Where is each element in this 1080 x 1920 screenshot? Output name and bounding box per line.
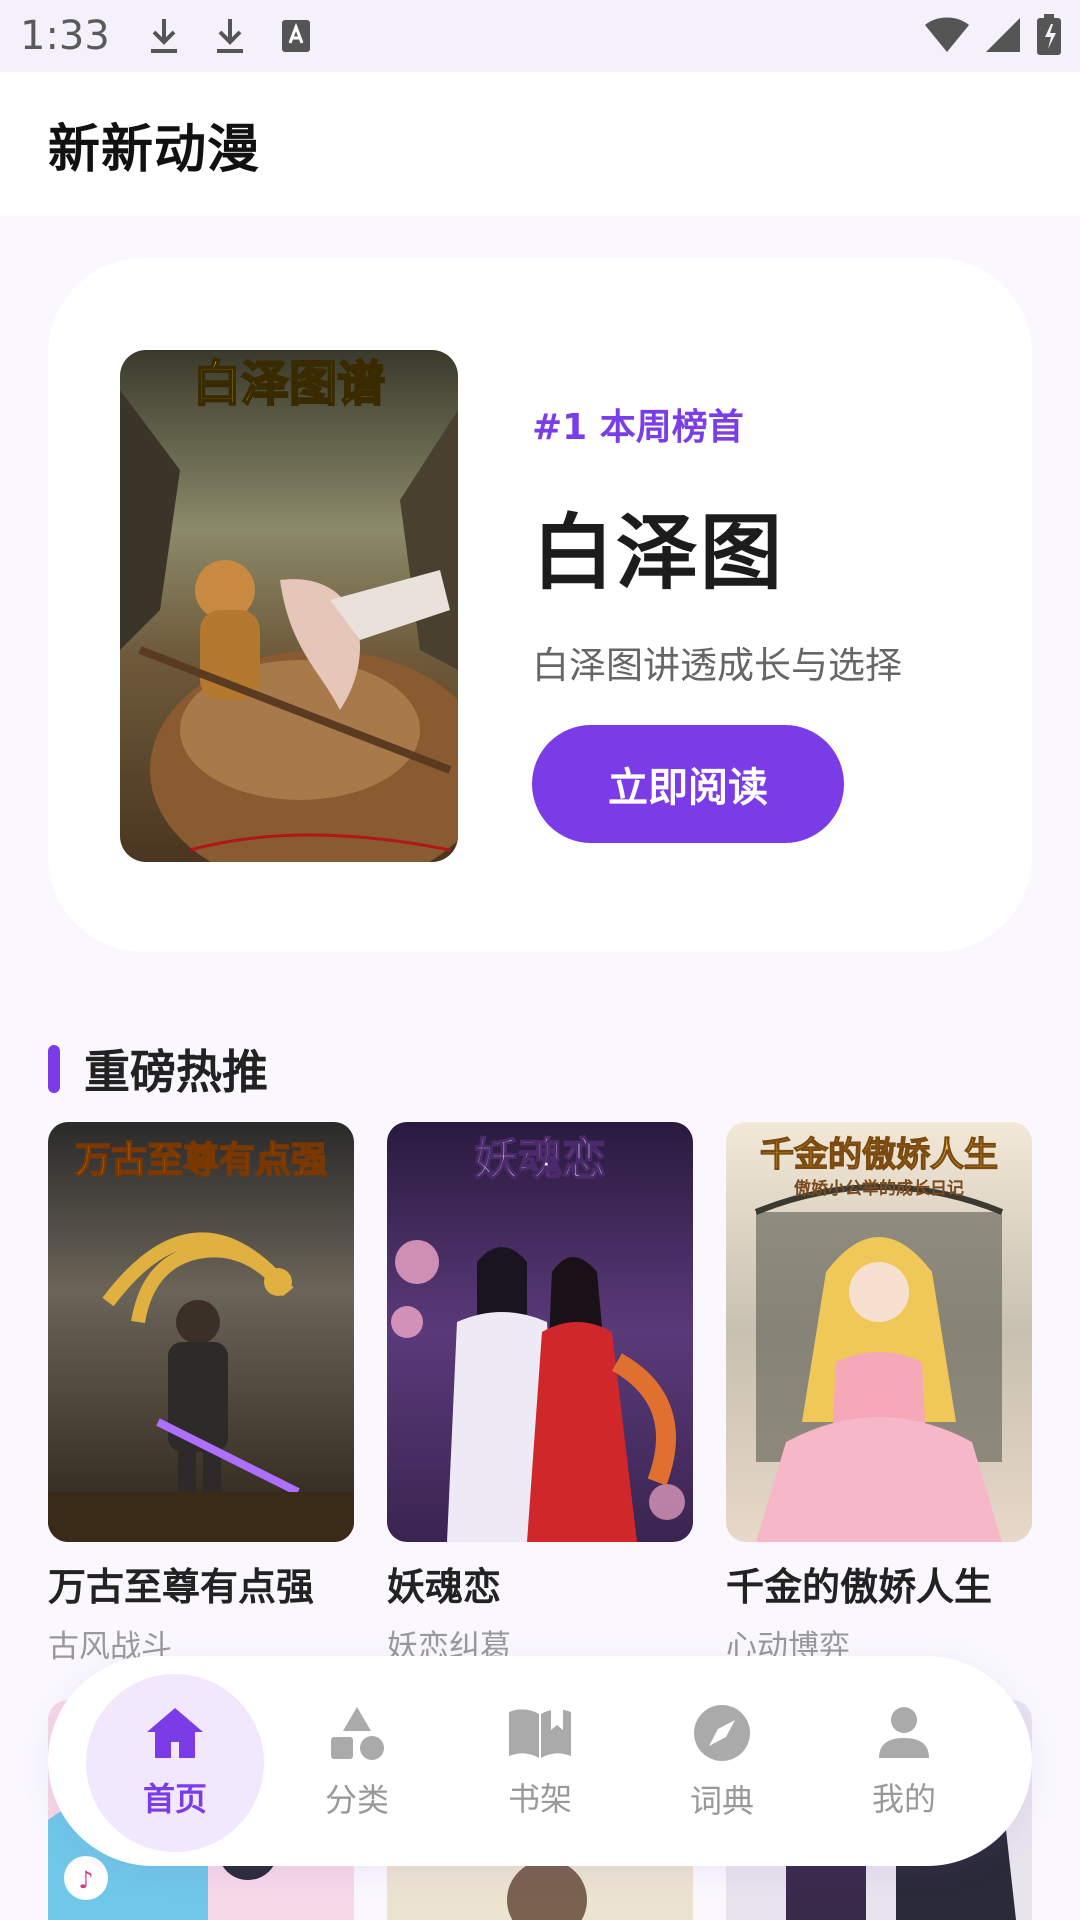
book-card[interactable]: 妖魂恋 妖魂恋 妖恋纠葛	[387, 1122, 693, 1666]
book-cover-subtext: 傲娇小公举的成长日记	[794, 1178, 964, 1199]
book-title: 万古至尊有点强	[48, 1565, 315, 1609]
book-icon	[507, 1706, 573, 1764]
book-card[interactable]: 万古至尊有点强 万古至尊有点强 古风战斗	[48, 1122, 354, 1666]
app-header: 新新动漫	[0, 72, 1080, 216]
book-cover-text: 妖魂恋	[474, 1134, 606, 1185]
book-cover-text: 千金的傲娇人生	[760, 1135, 998, 1175]
hero-rank-label: #1 本周榜首	[532, 407, 744, 448]
hero-cover-image[interactable]: 白泽图谱	[120, 350, 458, 862]
hero-description: 白泽图讲透成长与选择	[532, 644, 902, 687]
book-cover-image[interactable]: 千金的傲娇人生 傲娇小公举的成长日记	[726, 1122, 1032, 1542]
nav-label: 分类	[324, 1781, 389, 1819]
section-header: 重磅热推	[48, 1036, 268, 1102]
keyboard-a-icon	[278, 16, 314, 56]
category-icon	[327, 1705, 387, 1765]
nav-label: 词典	[689, 1782, 754, 1820]
person-icon	[877, 1706, 931, 1764]
hero-title: 白泽图	[532, 506, 785, 601]
app-title: 新新动漫	[48, 119, 261, 180]
hero-cover-text: 白泽图谱	[193, 356, 385, 412]
bottom-navigation: 首页 分类 书架 词典 我的	[48, 1656, 1032, 1866]
download-icon	[146, 16, 182, 56]
home-icon	[145, 1706, 205, 1764]
nav-item-dictionary[interactable]: 词典	[633, 1674, 811, 1852]
book-card[interactable]: 千金的傲娇人生 傲娇小公举的成长日记 千金的傲娇人生 心动博弈	[726, 1122, 1032, 1666]
book-title: 妖魂恋	[387, 1565, 502, 1609]
book-cover-text: 万古至尊有点强	[75, 1139, 327, 1181]
nav-label: 书架	[507, 1780, 572, 1818]
book-cover-image[interactable]: 万古至尊有点强	[48, 1122, 354, 1542]
nav-label: 首页	[142, 1780, 207, 1818]
book-cover-image[interactable]: 妖魂恋	[387, 1122, 693, 1542]
status-right	[924, 14, 1062, 60]
book-title: 千金的傲娇人生	[726, 1565, 993, 1609]
read-now-button[interactable]: 立即阅读	[532, 725, 844, 843]
svg-text:♪: ♪	[78, 1866, 93, 1894]
signal-icon	[984, 16, 1022, 58]
section-title: 重磅热推	[84, 1045, 268, 1099]
status-time: 1:33	[20, 13, 110, 59]
battery-icon	[1036, 14, 1062, 60]
wifi-icon	[924, 16, 970, 58]
compass-icon	[693, 1704, 751, 1766]
section-accent-bar	[48, 1045, 60, 1093]
nav-item-profile[interactable]: 我的	[815, 1674, 993, 1852]
nav-item-category[interactable]: 分类	[268, 1674, 446, 1852]
nav-item-home[interactable]: 首页	[86, 1674, 264, 1852]
status-bar: 1:33	[0, 0, 1080, 72]
hero-info: #1 本周榜首 白泽图 白泽图讲透成长与选择 立即阅读	[532, 398, 992, 843]
nav-label: 我的	[871, 1780, 936, 1818]
hero-card[interactable]: 白泽图谱 #1 本周榜首 白泽图 白泽图讲透成长与选择 立即阅读	[48, 258, 1032, 952]
nav-item-bookshelf[interactable]: 书架	[451, 1674, 629, 1852]
download-icon	[212, 16, 248, 56]
